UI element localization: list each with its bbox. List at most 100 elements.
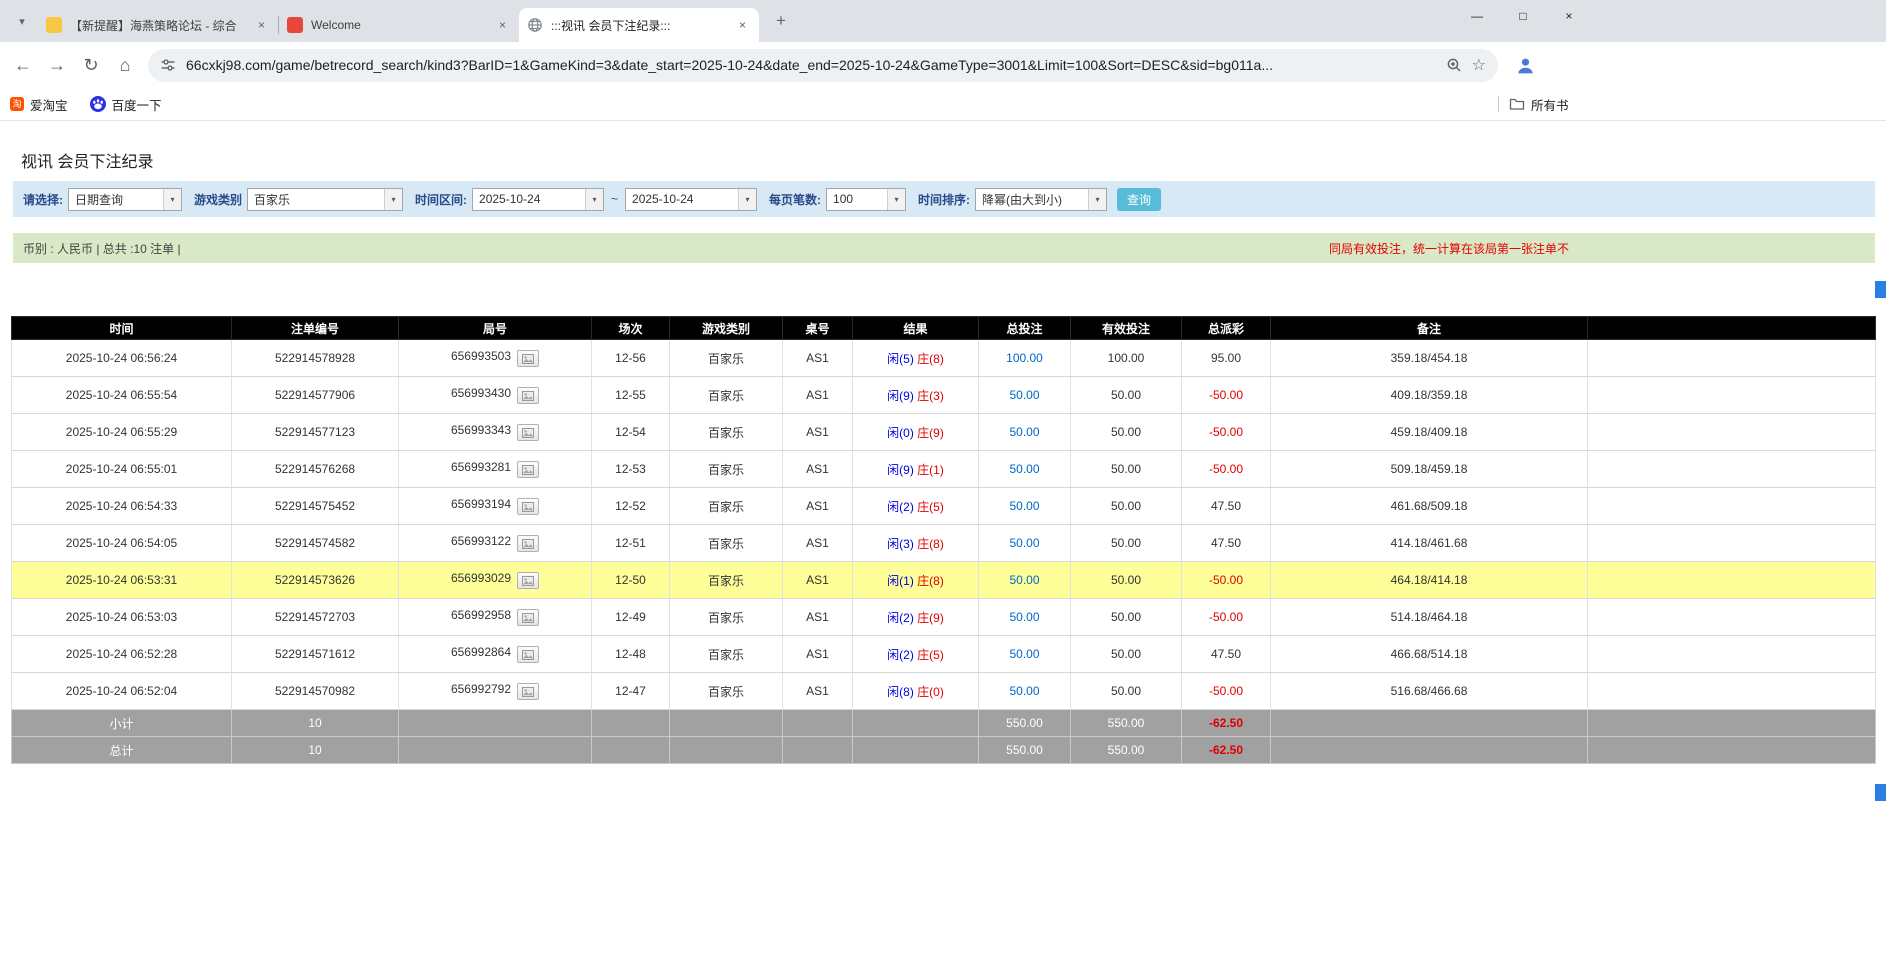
round-image-button[interactable]: [517, 498, 539, 515]
home-button[interactable]: ⌂: [108, 48, 142, 82]
round-image-button[interactable]: [517, 424, 539, 441]
cell-total-bet-link[interactable]: 50.00: [979, 377, 1071, 414]
column-header: 备注: [1271, 317, 1588, 340]
cell-extra: [1588, 599, 1876, 636]
cell-payout: 95.00: [1182, 340, 1271, 377]
cell-result: 闲(1) 庄(8): [853, 562, 979, 599]
cell-total-bet-link[interactable]: 50.00: [979, 636, 1071, 673]
column-header: 总投注: [979, 317, 1071, 340]
new-tab-button[interactable]: +: [767, 7, 795, 35]
bookmark-item[interactable]: 淘爱淘宝: [10, 95, 68, 114]
cell-payout: -50.00: [1182, 673, 1271, 710]
forward-button[interactable]: →: [40, 48, 74, 82]
cell-time: 2025-10-24 06:52:04: [12, 673, 232, 710]
per-page-select[interactable]: 100 ▾: [826, 188, 906, 211]
browser-tab[interactable]: :::视讯 会员下注纪录:::×: [519, 8, 759, 42]
result-player: 闲(3): [887, 537, 914, 551]
tab-strip: ▾ 【新提醒】海燕策略论坛 - 综合× Welcome ×:::视讯 会员下注纪录:…: [0, 0, 1886, 42]
cell-valid-bet: 50.00: [1071, 377, 1182, 414]
cell-total-bet-link[interactable]: 50.00: [979, 673, 1071, 710]
game-type-select[interactable]: 百家乐 ▾: [247, 188, 403, 211]
tab-close-icon[interactable]: ×: [734, 17, 751, 34]
cell-bet-id: 522914578928: [232, 340, 399, 377]
result-banker: 庄(5): [917, 500, 944, 514]
cell-session: 12-55: [592, 377, 670, 414]
round-image-button[interactable]: [517, 609, 539, 626]
chevron-down-icon: ▾: [384, 189, 402, 210]
search-button[interactable]: 查询: [1117, 188, 1161, 211]
round-image-button[interactable]: [517, 535, 539, 552]
round-image-button[interactable]: [517, 461, 539, 478]
page-title: 视讯 会员下注纪录: [0, 121, 1886, 172]
cell-total-bet-link[interactable]: 100.00: [979, 340, 1071, 377]
round-image-button[interactable]: [517, 572, 539, 589]
tab-close-icon[interactable]: ×: [253, 17, 270, 34]
cell-session: 12-50: [592, 562, 670, 599]
cell-table-no: AS1: [783, 340, 853, 377]
notice-text: 同局有效投注，统一计算在该局第一张注单不: [1329, 240, 1569, 257]
browser-tab[interactable]: Welcome ×: [279, 8, 519, 42]
tab-title: Welcome: [311, 18, 488, 32]
reload-button[interactable]: ↻: [74, 48, 108, 82]
edge-blue-button-top[interactable]: [1875, 281, 1886, 298]
date-start-select[interactable]: 2025-10-24 ▾: [472, 188, 604, 211]
tab-close-icon[interactable]: ×: [494, 17, 511, 34]
round-image-button[interactable]: [517, 350, 539, 367]
zoom-icon[interactable]: [1446, 57, 1462, 73]
cell-table-no: AS1: [783, 414, 853, 451]
result-banker: 庄(8): [917, 537, 944, 551]
cell-game: 百家乐: [670, 451, 783, 488]
table-header-row: 时间注单编号局号场次游戏类别桌号结果总投注有效投注总派彩备注: [12, 317, 1876, 340]
sort-value: 降幂(由大到小): [976, 191, 1088, 208]
cell-total-bet-link[interactable]: 50.00: [979, 414, 1071, 451]
bookmark-star-icon[interactable]: ☆: [1472, 55, 1486, 75]
cell-valid-bet: 100.00: [1071, 340, 1182, 377]
site-settings-icon[interactable]: [160, 57, 176, 73]
bet-records-table: 时间注单编号局号场次游戏类别桌号结果总投注有效投注总派彩备注 2025-10-2…: [11, 316, 1876, 764]
url-bar[interactable]: 66cxkj98.com/game/betrecord_search/kind3…: [148, 49, 1498, 82]
date-end-select[interactable]: 2025-10-24 ▾: [625, 188, 757, 211]
tab-search-button[interactable]: ▾: [8, 7, 36, 35]
foot-payout: -62.50: [1182, 710, 1271, 737]
foot-total-bet: 550.00: [979, 737, 1071, 764]
minimize-button[interactable]: —: [1454, 0, 1500, 31]
folder-icon: [1509, 97, 1525, 111]
profile-avatar[interactable]: [1510, 50, 1540, 80]
cell-valid-bet: 50.00: [1071, 599, 1182, 636]
table-row: 2025-10-24 06:54:33522914575452656993194…: [12, 488, 1876, 525]
cell-total-bet-link[interactable]: 50.00: [979, 599, 1071, 636]
cell-time: 2025-10-24 06:54:05: [12, 525, 232, 562]
cell-bet-id: 522914575452: [232, 488, 399, 525]
round-image-button[interactable]: [517, 646, 539, 663]
bookmark-item[interactable]: 百度一下: [90, 95, 162, 114]
browser-tab[interactable]: 【新提醒】海燕策略论坛 - 综合×: [38, 8, 278, 42]
bookmark-label: 爱淘宝: [30, 95, 68, 114]
filter-label-select: 请选择:: [23, 191, 63, 208]
result-player: 闲(2): [887, 611, 914, 625]
result-player: 闲(0): [887, 426, 914, 440]
window-close-button[interactable]: ×: [1546, 0, 1592, 31]
cell-total-bet-link[interactable]: 50.00: [979, 562, 1071, 599]
sort-select[interactable]: 降幂(由大到小) ▾: [975, 188, 1107, 211]
all-bookmarks-label[interactable]: 所有书: [1531, 95, 1569, 114]
cell-game: 百家乐: [670, 599, 783, 636]
cell-total-bet-link[interactable]: 50.00: [979, 488, 1071, 525]
back-button[interactable]: ←: [6, 48, 40, 82]
chevron-down-icon: ▾: [585, 189, 603, 210]
cell-total-bet-link[interactable]: 50.00: [979, 451, 1071, 488]
cell-round-id: 656993194: [399, 488, 592, 525]
table-row: 2025-10-24 06:55:54522914577906656993430…: [12, 377, 1876, 414]
cell-session: 12-54: [592, 414, 670, 451]
cell-total-bet-link[interactable]: 50.00: [979, 525, 1071, 562]
result-player: 闲(5): [887, 352, 914, 366]
cell-time: 2025-10-24 06:53:31: [12, 562, 232, 599]
cell-result: 闲(2) 庄(5): [853, 488, 979, 525]
round-image-button[interactable]: [517, 683, 539, 700]
round-image-button[interactable]: [517, 387, 539, 404]
cell-table-no: AS1: [783, 599, 853, 636]
cell-round-id: 656992792: [399, 673, 592, 710]
query-type-select[interactable]: 日期查询 ▾: [68, 188, 182, 211]
edge-blue-button-bottom[interactable]: [1875, 784, 1886, 801]
url-text[interactable]: 66cxkj98.com/game/betrecord_search/kind3…: [186, 57, 1436, 73]
maximize-button[interactable]: □: [1500, 0, 1546, 31]
